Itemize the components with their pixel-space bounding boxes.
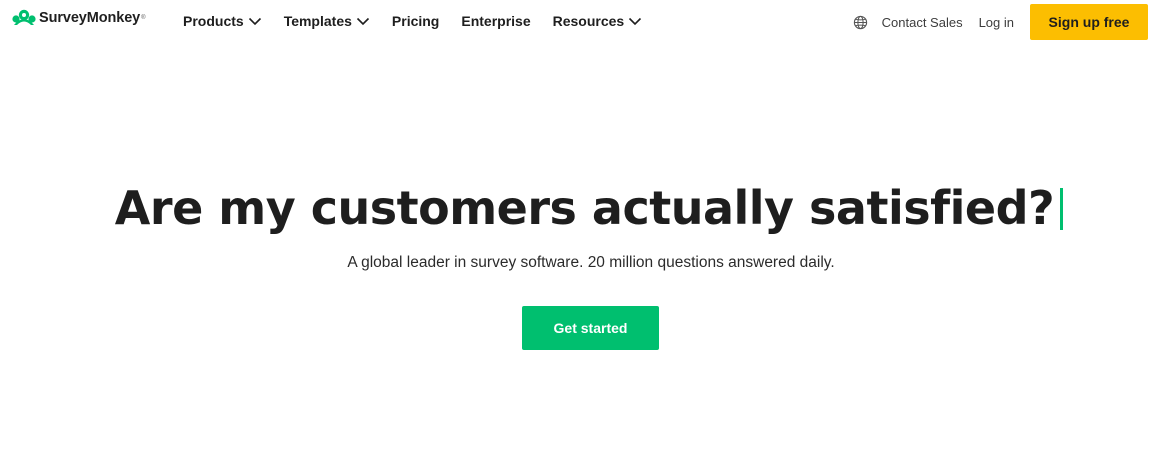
signup-button[interactable]: Sign up free [1030,4,1148,40]
hero-subtitle: A global leader in survey software. 20 m… [347,254,835,271]
nav-products-label: Products [183,13,244,29]
hero-headline: Are my customers actually satisfied? [0,177,1160,239]
nav-resources[interactable]: Resources [553,11,643,31]
nav-resources-label: Resources [552,13,625,29]
main-nav: Products Templates Pricing Enterprise Re… [183,11,664,31]
nav-pricing[interactable]: Pricing [392,11,439,31]
nav-pricing-label: Pricing [391,13,440,29]
nav-templates-label: Templates [283,13,352,29]
nav-products[interactable]: Products [183,11,262,31]
globe-icon[interactable] [853,15,868,30]
contact-sales-link[interactable]: Contact Sales [882,15,963,30]
header-actions: Contact Sales Log in Sign up free [853,4,1148,40]
typing-cursor [1060,188,1064,230]
site-header: SurveyMonkey ® Products Templates Pricing… [0,0,1160,44]
nav-enterprise-label: Enterprise [461,13,531,29]
hero-section: Are my customers actually satisfied? A g… [0,0,1160,463]
get-started-button[interactable]: Get started [522,306,659,350]
brand-logo[interactable]: SurveyMonkey ® [11,8,146,28]
hero-headline-text: Are my customers actually satisfied? [114,181,1055,235]
nav-enterprise[interactable]: Enterprise [461,11,530,31]
brand-trademark: ® [141,15,146,21]
surveymonkey-logo-icon [12,9,36,25]
login-link[interactable]: Log in [979,15,1014,30]
brand-name: SurveyMonkey [39,10,141,26]
chevron-down-icon [356,17,369,26]
chevron-down-icon [629,17,642,26]
nav-templates[interactable]: Templates [284,11,370,31]
chevron-down-icon [248,17,261,26]
